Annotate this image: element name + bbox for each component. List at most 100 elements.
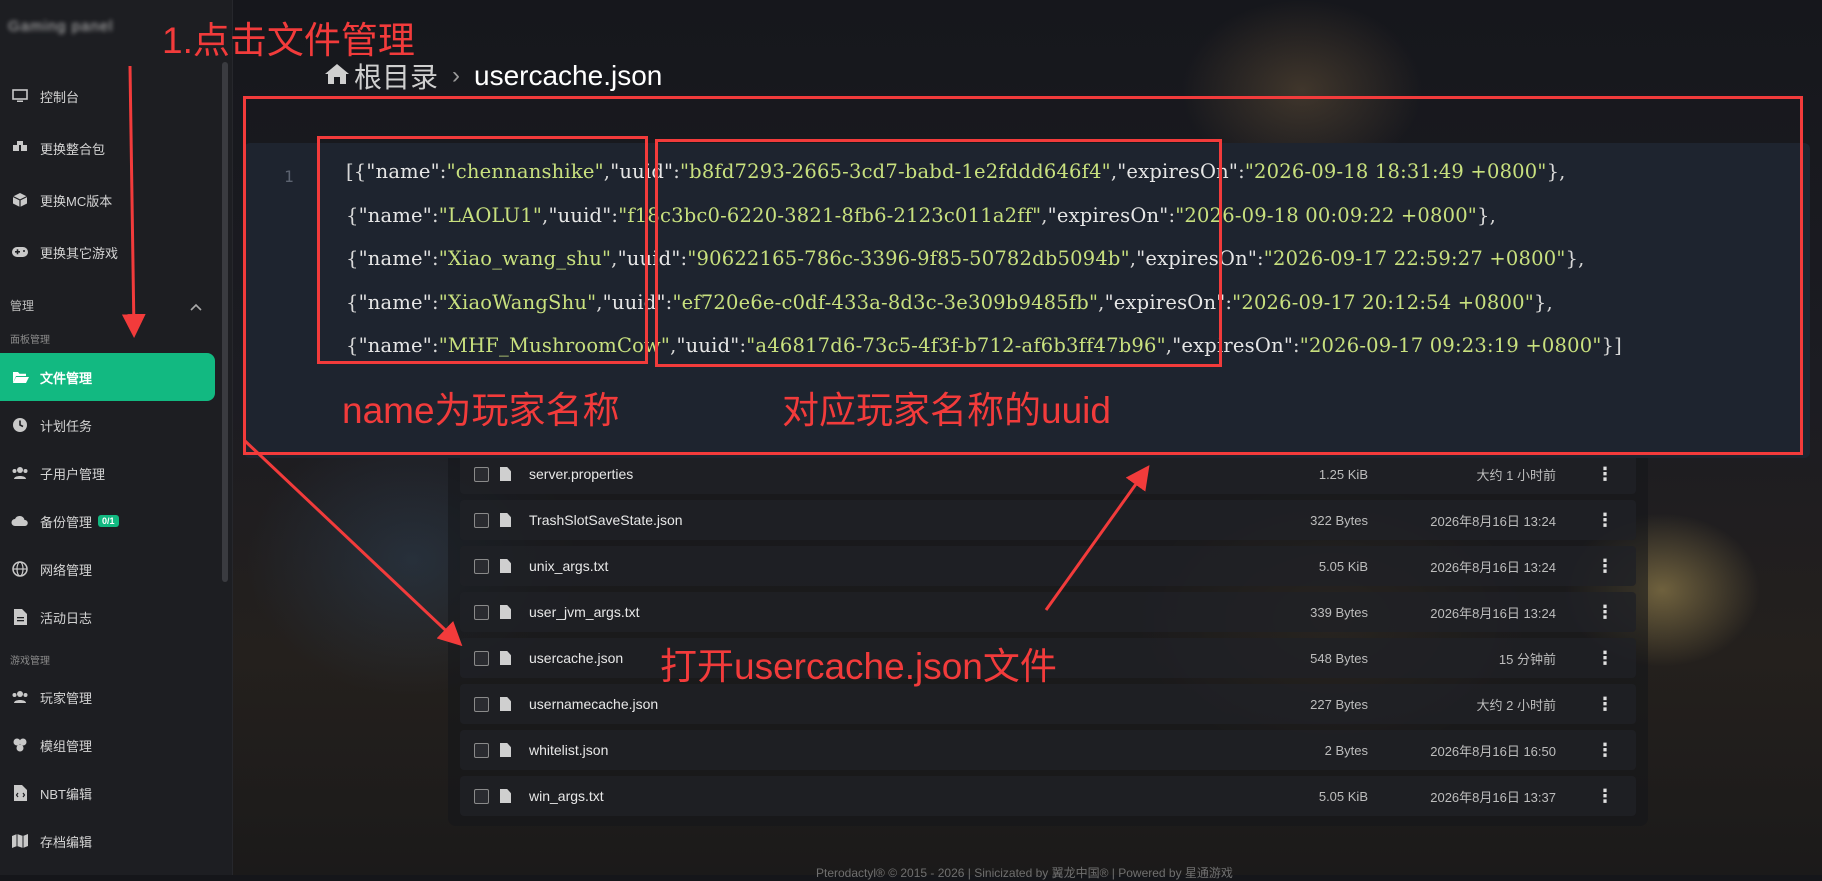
sidebar-item-label: 子用户管理 xyxy=(40,466,106,482)
sidebar-item-label: 控制台 xyxy=(40,89,80,105)
file-size: 2 Bytes xyxy=(1324,742,1368,758)
sidebar-item-label: 备份管理 xyxy=(40,514,93,530)
section-panel-heading: 面板管理 xyxy=(10,335,50,346)
file-size: 322 Bytes xyxy=(1310,512,1368,528)
users-icon xyxy=(11,689,29,705)
file-name[interactable]: win_args.txt xyxy=(529,788,604,804)
section-game-heading: 游戏管理 xyxy=(10,656,50,667)
breadcrumb-current-file: usercache.json xyxy=(474,60,663,91)
sidebar-item-activity-log[interactable]: 活动日志 xyxy=(0,593,215,641)
file-icon xyxy=(11,609,29,625)
file-icon xyxy=(500,651,511,665)
file-name[interactable]: server.properties xyxy=(529,466,633,482)
sidebar-item-schedules[interactable]: 计划任务 xyxy=(0,401,215,449)
backup-count-badge: 0/1 xyxy=(98,515,119,527)
annotation-name-text: name为玩家名称 xyxy=(342,390,620,431)
sidebar-item-players[interactable]: 玩家管理 xyxy=(0,673,215,721)
sidebar-item-console[interactable]: 控制台 xyxy=(0,72,215,120)
more-options-icon[interactable]: ⋮ xyxy=(1596,786,1614,807)
file-modified: 2026年8月16日 13:37 xyxy=(1430,789,1556,805)
puzzle-icon xyxy=(11,737,29,753)
file-row[interactable]: server.properties 1.25 KiB 大约 1 小时前 ⋮ xyxy=(460,454,1636,494)
sidebar-item-subusers[interactable]: 子用户管理 xyxy=(0,449,215,497)
row-checkbox[interactable] xyxy=(474,604,489,620)
annotation-open-file-text: 打开usercache.json文件 xyxy=(660,646,1057,687)
annotation-uuid-text: 对应玩家名称的uuid xyxy=(782,390,1111,431)
file-name[interactable]: usercache.json xyxy=(529,650,623,666)
file-name[interactable]: usernamecache.json xyxy=(529,696,658,712)
brand-logo: Gaming panel xyxy=(8,18,114,35)
sidebar-item-file-manager[interactable]: 文件管理 xyxy=(0,353,215,401)
more-options-icon[interactable]: ⋮ xyxy=(1596,464,1614,485)
file-size: 227 Bytes xyxy=(1310,696,1368,712)
file-name[interactable]: whitelist.json xyxy=(529,742,608,758)
sidebar-item-label: 文件管理 xyxy=(40,370,93,386)
chevron-up-icon[interactable] xyxy=(190,300,202,314)
more-options-icon[interactable]: ⋮ xyxy=(1596,740,1614,761)
more-options-icon[interactable]: ⋮ xyxy=(1596,510,1614,531)
file-row[interactable]: unix_args.txt 5.05 KiB 2026年8月16日 13:24 ⋮ xyxy=(460,546,1636,586)
file-row[interactable]: TrashSlotSaveState.json 322 Bytes 2026年8月1… xyxy=(460,500,1636,540)
file-modified: 15 分钟前 xyxy=(1498,651,1556,667)
file-modified: 2026年8月16日 13:24 xyxy=(1430,559,1556,575)
sidebar-item-nbt-editor[interactable]: NBT编辑 xyxy=(0,769,215,817)
home-icon[interactable] xyxy=(324,61,350,92)
sidebar-item-label: 网络管理 xyxy=(40,562,93,578)
file-size: 5.05 KiB xyxy=(1318,558,1368,574)
file-row[interactable]: whitelist.json 2 Bytes 2026年8月16日 16:50 ⋮ xyxy=(460,730,1636,770)
code-file-icon xyxy=(11,785,29,801)
sidebar-item-label: 计划任务 xyxy=(40,418,93,434)
cube-icon xyxy=(11,192,29,208)
breadcrumb-separator-icon: › xyxy=(452,62,461,89)
file-row[interactable]: usernamecache.json 227 Bytes 大约 2 小时前 ⋮ xyxy=(460,684,1636,724)
file-icon xyxy=(500,513,511,527)
sidebar-item-mc-version[interactable]: 更换MC版本 xyxy=(0,176,215,224)
more-options-icon[interactable]: ⋮ xyxy=(1596,556,1614,577)
file-icon xyxy=(500,467,511,481)
map-icon xyxy=(11,833,29,849)
monitor-icon xyxy=(11,88,29,104)
row-checkbox[interactable] xyxy=(474,558,489,574)
file-size: 548 Bytes xyxy=(1310,650,1368,666)
sidebar-item-label: NBT编辑 xyxy=(40,786,93,802)
more-options-icon[interactable]: ⋮ xyxy=(1596,648,1614,669)
annotation-name-box xyxy=(317,136,648,364)
file-size: 5.05 KiB xyxy=(1318,788,1368,804)
sidebar-item-label: 存档编辑 xyxy=(40,834,93,850)
sidebar-scrollbar[interactable] xyxy=(222,62,228,582)
row-checkbox[interactable] xyxy=(474,466,489,482)
file-row[interactable]: user_jvm_args.txt 339 Bytes 2026年8月16日 13:… xyxy=(460,592,1636,632)
row-checkbox[interactable] xyxy=(474,742,489,758)
sidebar-item-label: 更换其它游戏 xyxy=(40,245,119,261)
sidebar: Gaming panel 控制台 更换整合包 更换MC版本 更换其它游戏 管理 … xyxy=(0,0,233,875)
sidebar-item-mods[interactable]: 模组管理 xyxy=(0,721,215,769)
sidebar-item-network[interactable]: 网络管理 xyxy=(0,545,215,593)
sidebar-item-save-editor[interactable]: 存档编辑 xyxy=(0,817,215,865)
file-name[interactable]: TrashSlotSaveState.json xyxy=(529,512,683,528)
folder-open-icon xyxy=(11,369,29,385)
sidebar-item-label: 更换MC版本 xyxy=(40,193,113,209)
file-row[interactable]: win_args.txt 5.05 KiB 2026年8月16日 13:37 ⋮ xyxy=(460,776,1636,816)
clock-icon xyxy=(11,417,29,433)
file-name[interactable]: unix_args.txt xyxy=(529,558,608,574)
sidebar-item-other-games[interactable]: 更换其它游戏 xyxy=(0,228,215,276)
sidebar-item-label: 玩家管理 xyxy=(40,690,93,706)
sidebar-item-backups[interactable]: 备份管理 0/1 xyxy=(0,497,215,545)
row-checkbox[interactable] xyxy=(474,696,489,712)
sidebar-item-label: 活动日志 xyxy=(40,610,93,626)
sidebar-item-label: 模组管理 xyxy=(40,738,93,754)
file-icon xyxy=(500,559,511,573)
row-checkbox[interactable] xyxy=(474,650,489,666)
cloud-icon xyxy=(11,513,29,529)
file-modified: 2026年8月16日 13:24 xyxy=(1430,605,1556,621)
file-name[interactable]: user_jvm_args.txt xyxy=(529,604,639,620)
row-checkbox[interactable] xyxy=(474,512,489,528)
row-checkbox[interactable] xyxy=(474,788,489,804)
file-size: 339 Bytes xyxy=(1310,604,1368,620)
boxes-icon xyxy=(11,140,29,156)
more-options-icon[interactable]: ⋮ xyxy=(1596,694,1614,715)
section-manage-heading: 管理 xyxy=(10,299,35,313)
file-size: 1.25 KiB xyxy=(1318,466,1368,482)
sidebar-item-modpack[interactable]: 更换整合包 xyxy=(0,124,215,172)
more-options-icon[interactable]: ⋮ xyxy=(1596,602,1614,623)
